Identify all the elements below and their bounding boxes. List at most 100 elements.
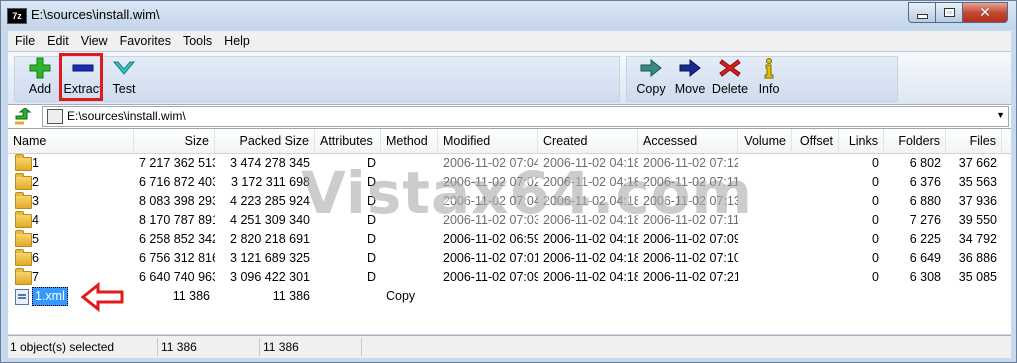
folder-icon: [15, 268, 32, 285]
row-accessed: 2006-11-02 07:11: [643, 213, 738, 227]
address-field[interactable]: E:\sources\install.wim\ ▼: [42, 106, 1009, 127]
column-header-size[interactable]: Size: [134, 129, 215, 153]
column-header-method[interactable]: Method: [381, 129, 438, 153]
column-header-links[interactable]: Links: [839, 129, 884, 153]
row-size: 6 640 740 963: [139, 270, 215, 284]
row-modified: 2006-11-02 07:02: [443, 175, 538, 189]
row-name: 4: [32, 213, 39, 227]
row-accessed: 2006-11-02 07:11: [643, 175, 738, 189]
table-row-selected[interactable]: 1.xml 11 386 11 386 Copy: [8, 287, 1011, 306]
info-icon: [764, 58, 774, 79]
row-files: 36 886: [958, 251, 997, 265]
column-header-folders[interactable]: Folders: [884, 129, 946, 153]
status-bar: 1 object(s) selected 11 386 11 386: [8, 335, 1011, 358]
row-links: 0: [872, 232, 879, 246]
row-size: 11 386: [172, 289, 210, 303]
row-folders: 6 225: [909, 232, 941, 246]
row-method: [381, 268, 438, 287]
7zip-app-icon[interactable]: 7z: [7, 8, 27, 24]
row-packed-size: 2 820 218 691: [230, 232, 310, 246]
column-header-attributes[interactable]: Attributes: [315, 129, 381, 153]
row-modified: 2006-11-02 07:04: [443, 194, 538, 208]
row-created: 2006-11-02 04:18: [543, 156, 638, 170]
row-method: Copy: [386, 289, 416, 303]
folder-up-icon[interactable]: [14, 108, 32, 125]
table-row[interactable]: 7 6 640 740 963 3 096 422 301 D 2006-11-…: [8, 268, 1011, 287]
column-header-files[interactable]: Files: [946, 129, 1002, 153]
row-files: 39 550: [958, 213, 997, 227]
table-row[interactable]: 6 6 756 312 816 3 121 689 325 D 2006-11-…: [8, 249, 1011, 268]
column-header-packed-size[interactable]: Packed Size: [215, 129, 315, 153]
row-packed-size: 3 121 689 325: [230, 251, 310, 265]
menu-tools[interactable]: Tools: [177, 34, 218, 48]
column-header-accessed[interactable]: Accessed: [638, 129, 738, 153]
row-name: 3: [32, 194, 39, 208]
title-bar[interactable]: 7z E:\sources\install.wim\ ✕: [1, 1, 1016, 29]
delete-button-label: Delete: [711, 82, 749, 96]
info-button-label: Info: [758, 82, 780, 96]
folder-icon: [15, 249, 32, 266]
extract-highlight-box: [59, 53, 103, 101]
move-button[interactable]: Move: [672, 54, 708, 96]
row-attributes: D: [366, 175, 376, 189]
menu-help[interactable]: Help: [218, 34, 256, 48]
column-header-offset[interactable]: Offset: [792, 129, 839, 153]
table-row[interactable]: 3 8 083 398 293 4 223 285 924 D 2006-11-…: [8, 192, 1011, 211]
row-links: 0: [872, 251, 879, 265]
row-accessed: 2006-11-02 07:09: [643, 232, 738, 246]
archive-icon: [47, 109, 63, 124]
folder-icon: [15, 154, 32, 171]
row-modified: 2006-11-02 07:04: [443, 156, 538, 170]
row-folders: 7 276: [909, 213, 941, 227]
table-row[interactable]: 2 6 716 872 403 3 172 311 698 D 2006-11-…: [8, 173, 1011, 192]
row-attributes: D: [366, 270, 376, 284]
minimize-button[interactable]: [908, 2, 936, 23]
column-header-name[interactable]: Name: [8, 129, 134, 153]
status-selected: 1 object(s) selected: [8, 338, 158, 356]
address-bar: E:\sources\install.wim\ ▼: [8, 104, 1011, 128]
folder-icon: [15, 173, 32, 190]
row-name: 5: [32, 232, 39, 246]
status-size: 11 386: [158, 338, 260, 356]
menu-view[interactable]: View: [75, 34, 114, 48]
maximize-icon: [943, 8, 955, 17]
table-row[interactable]: 1 7 217 362 513 3 474 278 345 D 2006-11-…: [8, 154, 1011, 173]
row-created: 2006-11-02 04:18: [543, 251, 638, 265]
add-button[interactable]: Add: [20, 54, 60, 96]
status-packed-size: 11 386: [260, 338, 362, 356]
row-packed-size: 4 223 285 924: [230, 194, 310, 208]
table-row[interactable]: 5 6 258 852 342 2 820 218 691 D 2006-11-…: [8, 230, 1011, 249]
chevron-down-icon[interactable]: ▼: [996, 110, 1005, 120]
info-button[interactable]: Info: [752, 54, 786, 96]
close-button[interactable]: ✕: [963, 2, 1008, 23]
menu-file[interactable]: File: [8, 34, 41, 48]
menu-favorites[interactable]: Favorites: [114, 34, 177, 48]
row-accessed: 2006-11-02 07:21: [643, 270, 738, 284]
table-row[interactable]: 4 8 170 787 891 4 251 309 340 D 2006-11-…: [8, 211, 1011, 230]
folder-icon: [15, 211, 32, 228]
row-created: 2006-11-02 04:18: [543, 213, 638, 227]
test-button[interactable]: Test: [106, 54, 142, 96]
row-files: 35 085: [958, 270, 997, 284]
delete-x-icon: [719, 59, 741, 77]
delete-button[interactable]: Delete: [710, 54, 750, 96]
column-header-volume[interactable]: Volume: [738, 129, 792, 153]
row-links: 0: [872, 270, 879, 284]
row-folders: 6 308: [909, 270, 941, 284]
row-method: [381, 211, 438, 230]
copy-arrow-icon: [640, 58, 662, 78]
column-header-modified[interactable]: Modified: [438, 129, 538, 153]
copy-button[interactable]: Copy: [632, 54, 670, 96]
file-list[interactable]: Name Size Packed Size Attributes Method …: [8, 128, 1011, 334]
row-accessed: 2006-11-02 07:12: [643, 156, 738, 170]
row-attributes: D: [366, 251, 376, 265]
row-packed-size: 11 386: [272, 289, 310, 303]
row-size: 8 083 398 293: [139, 194, 215, 208]
row-accessed: 2006-11-02 07:13: [643, 194, 738, 208]
row-attributes: D: [366, 194, 376, 208]
column-header-created[interactable]: Created: [538, 129, 638, 153]
maximize-button[interactable]: [936, 2, 963, 23]
move-button-label: Move: [674, 82, 706, 96]
row-name: 1.xml: [32, 287, 68, 306]
menu-edit[interactable]: Edit: [41, 34, 75, 48]
